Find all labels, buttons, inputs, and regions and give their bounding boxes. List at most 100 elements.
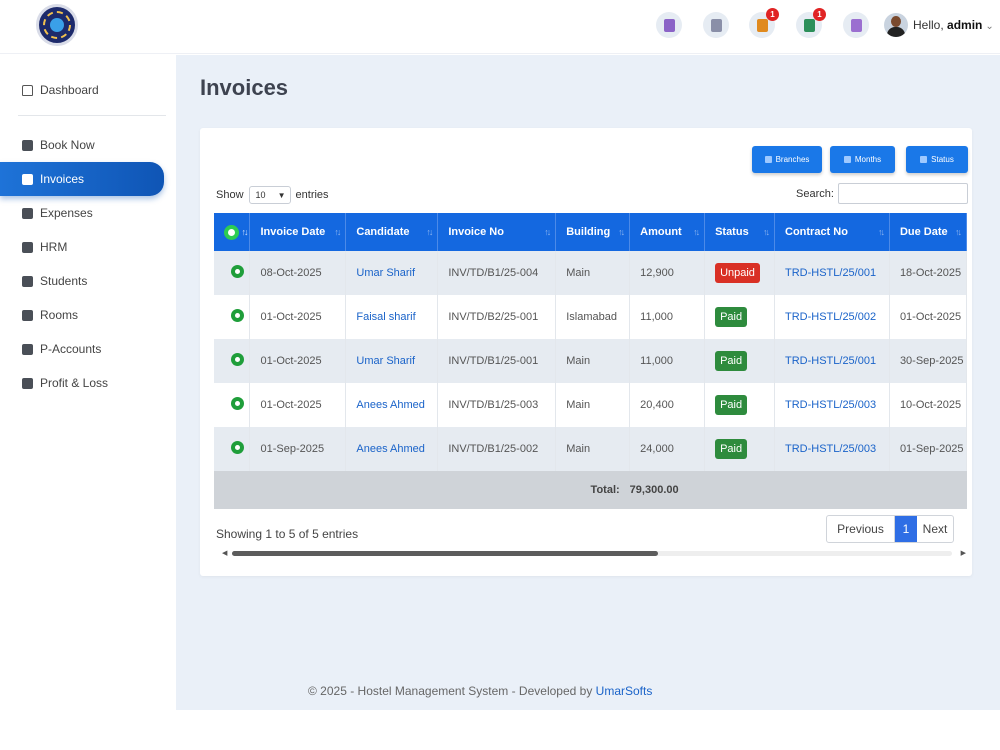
sidebar-item-expenses[interactable]: Expenses: [0, 196, 164, 230]
table-cell: 01-Sep-2025: [249, 427, 347, 471]
contract-link[interactable]: TRD-HSTL/25/003: [785, 399, 876, 411]
avatar[interactable]: [884, 13, 908, 37]
contract-link[interactable]: TRD-HSTL/25/002: [785, 311, 876, 323]
candidate-link[interactable]: Faisal sharif: [356, 311, 415, 323]
footer-text: © 2025 - Hostel Management System - Deve…: [308, 684, 593, 698]
whatsapp-icon[interactable]: [231, 353, 244, 366]
cell-value: Main: [566, 443, 591, 455]
invoices-table: ↑↓ Invoice Date ↑↓ Candidate ↑↓ Invoice No ↑↓…: [214, 213, 967, 509]
status-badge: Paid: [715, 351, 748, 371]
previous-page-button[interactable]: Previous: [827, 516, 895, 542]
column-header-building[interactable]: Building ↑↓: [555, 213, 631, 251]
avatar-body: [887, 27, 905, 37]
sidebar-item-students[interactable]: Students: [0, 264, 164, 298]
search-input[interactable]: [838, 183, 968, 204]
cell-value: 01-Sep-2025: [260, 443, 325, 455]
page-1-button[interactable]: 1: [895, 516, 917, 542]
contract-link[interactable]: TRD-HSTL/25/001: [785, 355, 876, 367]
table-info: Showing 1 to 5 of 5 entries: [216, 527, 359, 541]
purple-doc-icon[interactable]: [656, 12, 682, 38]
column-header-invoice-no[interactable]: Invoice No ↑↓: [437, 213, 557, 251]
page-bottom: [0, 710, 1000, 750]
chevron-down-icon: ▼: [277, 190, 286, 200]
sidebar-item-label: Book Now: [40, 138, 95, 152]
notification-badge: 1: [766, 8, 779, 21]
table-cell: 24,000: [629, 427, 706, 471]
branches-filter-button[interactable]: Branches: [752, 146, 822, 173]
cell-value: 12,900: [640, 267, 674, 279]
main-content: Invoices Branches Months Status Show 10 …: [176, 55, 1000, 710]
whatsapp-icon[interactable]: [231, 441, 244, 454]
sidebar-item-invoices[interactable]: Invoices: [0, 162, 164, 196]
column-header-label: Due Date: [899, 226, 948, 238]
cell-value: 11,000: [640, 355, 673, 367]
scroll-right-icon[interactable]: ▶: [961, 549, 966, 557]
candidate-link[interactable]: Umar Sharif: [356, 267, 415, 279]
scroll-thumb[interactable]: [232, 551, 658, 556]
column-header-amount[interactable]: Amount ↑↓: [629, 213, 706, 251]
sidebar-item-rooms[interactable]: Rooms: [0, 298, 164, 332]
column-header-label: Contract No: [785, 226, 848, 238]
table-cell: Main: [555, 427, 631, 471]
contract-link[interactable]: TRD-HSTL/25/003: [785, 443, 876, 455]
whatsapp-icon[interactable]: [231, 397, 244, 410]
sidebar-item-label: Expenses: [40, 206, 93, 220]
cell-value: 18-Oct-2025: [899, 267, 962, 279]
purple-list-icon-glyph: [850, 18, 862, 32]
column-header-contract-no[interactable]: Contract No ↑↓: [774, 213, 890, 251]
whatsapp-column-header[interactable]: ↑↓: [214, 213, 251, 251]
hostel-logo[interactable]: [36, 4, 78, 46]
sidebar-item-book-now[interactable]: Book Now: [0, 128, 164, 162]
column-header-candidate[interactable]: Candidate ↑↓: [345, 213, 439, 251]
entries-select[interactable]: 10 ▼: [248, 186, 291, 204]
table-cell: 12,900: [629, 251, 706, 295]
candidate-link[interactable]: Anees Ahmed: [356, 399, 425, 411]
table-cell: TRD-HSTL/25/003: [774, 427, 890, 471]
page-title: Invoices: [200, 75, 289, 100]
footer-brand-link[interactable]: UmarSofts: [596, 684, 653, 698]
months-filter-button[interactable]: Months: [830, 146, 895, 173]
table-cell: Umar Sharif: [345, 339, 439, 383]
whatsapp-cell: [214, 383, 251, 427]
sidebar-item-p-accounts[interactable]: P-Accounts: [0, 332, 164, 366]
user-menu[interactable]: Hello, admin ⌄: [913, 18, 994, 32]
table-cell: 01-Oct-2025: [249, 295, 347, 339]
candidate-link[interactable]: Umar Sharif: [356, 355, 415, 367]
status-filter-button[interactable]: Status: [906, 146, 968, 173]
cell-value: 30-Sep-2025: [899, 355, 964, 367]
gray-doc-icon[interactable]: [703, 12, 729, 38]
column-header-due-date[interactable]: Due Date ↑↓: [889, 213, 967, 251]
branches-label: Branches: [775, 155, 810, 164]
next-page-button[interactable]: Next: [917, 516, 953, 542]
logo-emblem: [50, 18, 64, 32]
cell-value: Main: [566, 399, 591, 411]
pagination: Previous 1 Next: [826, 515, 954, 543]
book-icon[interactable]: 1: [749, 8, 779, 38]
status-badge: Paid: [715, 307, 748, 327]
table-cell: Faisal sharif: [345, 295, 439, 339]
sidebar-item-profit-loss[interactable]: Profit & Loss: [0, 366, 164, 400]
horizontal-scrollbar[interactable]: ◀ ▶: [222, 549, 966, 557]
sidebar: Dashboard Book Now Invoices Expenses HRM Stud…: [0, 55, 176, 710]
table-cell: Unpaid: [704, 251, 775, 295]
chart-icon[interactable]: 1: [796, 8, 826, 38]
total-value: 79,300.00: [629, 471, 967, 509]
candidate-link[interactable]: Anees Ahmed: [356, 443, 425, 455]
table-cell: 18-Oct-2025: [889, 251, 967, 295]
whatsapp-icon[interactable]: [231, 265, 244, 278]
sort-icon: ↑↓: [693, 227, 700, 237]
sidebar-item-dashboard[interactable]: Dashboard: [0, 73, 164, 107]
column-header-status[interactable]: Status ↑↓: [704, 213, 775, 251]
table-cell: Islamabad: [555, 295, 631, 339]
sort-icon: ↑↓: [955, 227, 962, 237]
whatsapp-icon[interactable]: [231, 309, 244, 322]
contract-link[interactable]: TRD-HSTL/25/001: [785, 267, 876, 279]
sort-icon: ↑↓: [877, 227, 885, 237]
sidebar-item-hrm[interactable]: HRM: [0, 230, 164, 264]
scroll-left-icon[interactable]: ◀: [222, 549, 227, 557]
table-cell: TRD-HSTL/25/001: [774, 251, 890, 295]
hrm-icon: [22, 241, 33, 253]
purple-list-icon[interactable]: [843, 12, 869, 38]
column-header-invoice-date[interactable]: Invoice Date ↑↓: [249, 213, 347, 251]
cell-value: 20,400: [640, 399, 674, 411]
